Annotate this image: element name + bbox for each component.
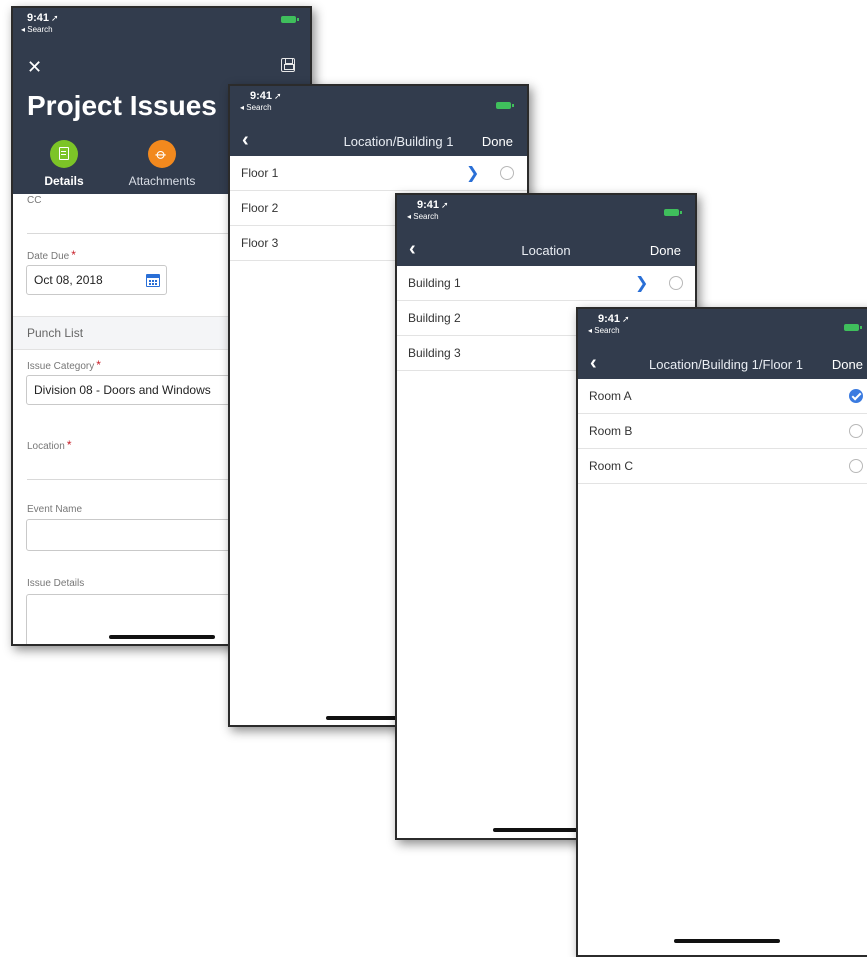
floor-picker-header: 9:41 ➚ ◂ Search ‹ Location/Building 1 Don…	[230, 86, 527, 156]
done-button[interactable]: Done	[482, 134, 513, 149]
list-item[interactable]: Building 1 ❯	[397, 266, 695, 301]
room-navbar: ‹ Location/Building 1/Floor 1 Done	[578, 349, 867, 379]
status-back-search[interactable]: ◂ Search	[21, 25, 53, 34]
calendar-icon[interactable]	[146, 274, 160, 287]
battery-icon	[844, 324, 862, 331]
issue-category-label: Issue Category *	[27, 358, 101, 372]
tab-attachments[interactable]: ⌀ Attachments	[127, 140, 197, 188]
location-label[interactable]: Location *	[27, 438, 71, 452]
status-back-search[interactable]: ◂ Search	[588, 326, 620, 335]
date-due-label: Date Due *	[27, 248, 76, 262]
done-button[interactable]: Done	[832, 357, 863, 372]
status-bar: 9:41 ➚ ◂ Search	[230, 86, 527, 126]
status-back-search[interactable]: ◂ Search	[407, 212, 439, 221]
issue-category-value: Division 08 - Doors and Windows	[34, 383, 211, 397]
section-title: Punch List	[27, 326, 84, 340]
chevron-right-icon[interactable]: ❯	[466, 156, 479, 191]
nav-title: Location/Building 1/Floor 1	[649, 357, 803, 372]
battery-icon	[281, 16, 299, 23]
tab-details[interactable]: Details	[41, 140, 87, 188]
status-time: 9:41 ➚	[27, 12, 59, 24]
cc-label: CC	[27, 195, 42, 206]
status-time: 9:41 ➚	[598, 313, 630, 325]
back-chevron-icon[interactable]: ‹	[242, 129, 249, 152]
floor-navbar: ‹ Location/Building 1 Done	[230, 126, 527, 156]
battery-icon	[664, 209, 682, 216]
radio-button[interactable]	[500, 166, 514, 180]
event-name-label: Event Name	[27, 504, 83, 515]
issue-details-label: Issue Details	[27, 578, 85, 589]
status-back-search[interactable]: ◂ Search	[240, 103, 272, 112]
close-icon[interactable]: ✕	[27, 57, 42, 78]
list-item[interactable]: Room C	[578, 449, 867, 484]
details-icon	[50, 140, 78, 168]
battery-icon	[496, 102, 514, 109]
status-time: 9:41 ➚	[417, 199, 449, 211]
building-picker-header: 9:41 ➚ ◂ Search ‹ Location Done	[397, 195, 695, 266]
status-bar: 9:41 ➚ ◂ Search	[578, 309, 867, 349]
chevron-right-icon[interactable]: ❯	[635, 266, 648, 301]
room-picker-screen: 9:41 ➚ ◂ Search ‹ Location/Building 1/Flo…	[576, 307, 867, 957]
tab-details-label: Details	[44, 174, 84, 188]
date-due-value: Oct 08, 2018	[34, 273, 103, 287]
room-picker-header: 9:41 ➚ ◂ Search ‹ Location/Building 1/Flo…	[578, 309, 867, 379]
date-due-field[interactable]: Oct 08, 2018	[26, 265, 167, 295]
list-item[interactable]: Room A	[578, 379, 867, 414]
home-indicator	[674, 939, 780, 943]
save-icon[interactable]	[281, 58, 295, 72]
tab-attachments-label: Attachments	[128, 174, 196, 188]
status-bar: 9:41 ➚ ◂ Search	[397, 195, 695, 235]
done-button[interactable]: Done	[650, 243, 681, 258]
radio-button[interactable]	[669, 276, 683, 290]
radio-button-checked[interactable]	[849, 389, 863, 403]
list-item[interactable]: Floor 1 ❯	[230, 156, 527, 191]
page-title: Project Issues	[27, 90, 217, 121]
home-indicator	[109, 635, 215, 639]
list-item[interactable]: Room B	[578, 414, 867, 449]
radio-button[interactable]	[849, 424, 863, 438]
radio-button[interactable]	[849, 459, 863, 473]
paperclip-icon: ⌀	[148, 140, 176, 168]
status-time: 9:41 ➚	[250, 90, 282, 102]
building-navbar: ‹ Location Done	[397, 235, 695, 266]
room-list: Room A Room B Room C	[578, 379, 867, 484]
